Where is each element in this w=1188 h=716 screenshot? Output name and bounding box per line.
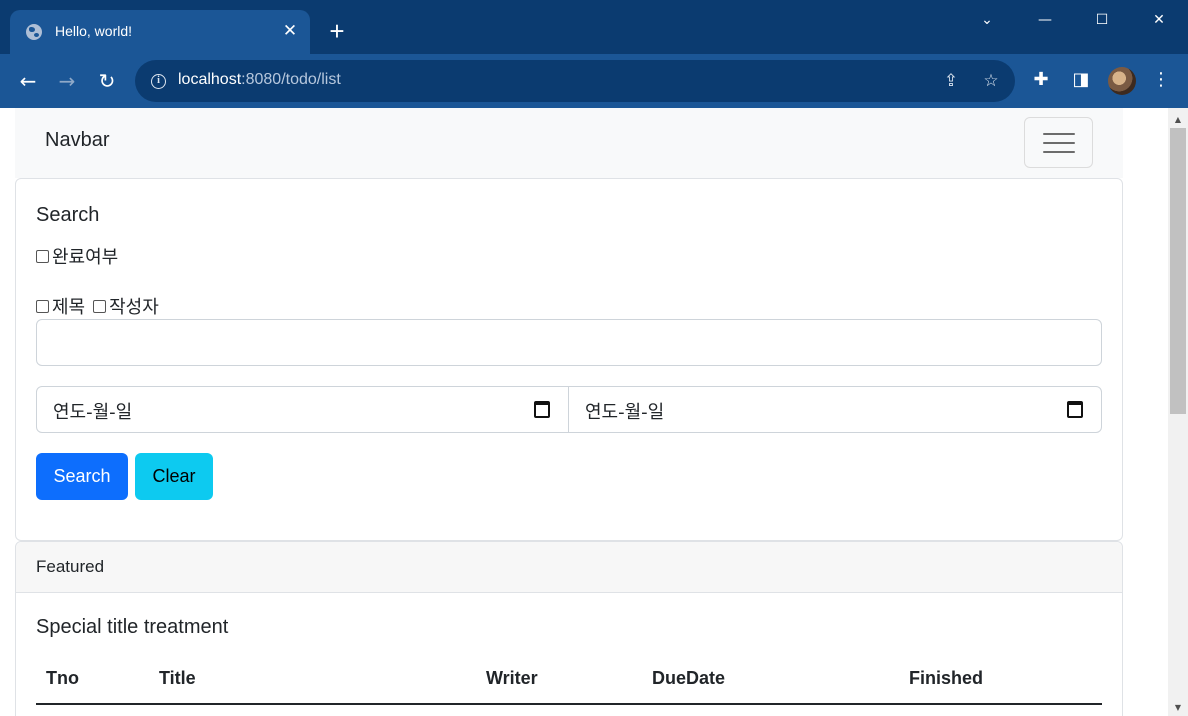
to-date-input[interactable]: 연도-월-일: [569, 387, 1101, 432]
search-type-filter: 제목 작성자: [36, 293, 159, 319]
search-card: Search 완료여부 제목 작성자 연도-월-일 연도-월-일 Search …: [15, 178, 1123, 541]
tab-title: Hello, world!: [55, 23, 133, 39]
extensions-puzzle-icon[interactable]: ✚: [1029, 68, 1053, 92]
title-type-checkbox[interactable]: [36, 299, 49, 313]
navbar-brand[interactable]: Navbar: [45, 129, 109, 152]
search-title: Search: [36, 204, 100, 226]
featured-title: Special title treatment: [36, 616, 229, 638]
navbar-toggler-button[interactable]: [1024, 117, 1093, 168]
finished-label: 완료여부: [52, 247, 119, 268]
featured-card: Featured Special title treatment Tno Tit…: [15, 541, 1123, 716]
hamburger-icon-bar: [1043, 142, 1075, 144]
column-header-finished: Finished: [909, 668, 984, 688]
column-header-writer: Writer: [486, 668, 538, 688]
scroll-down-arrow-icon[interactable]: ▼: [1168, 700, 1188, 716]
to-date-value: 연도-월-일: [585, 402, 665, 423]
share-icon[interactable]: ⇪: [940, 70, 962, 92]
page-scrollbar[interactable]: ▲ ▼: [1168, 108, 1188, 716]
address-bar[interactable]: i localhost:8080/todo/list ⇪ ☆: [135, 60, 1015, 102]
card-header-text: Featured: [36, 557, 105, 576]
maximize-button[interactable]: ☐: [1073, 0, 1131, 40]
side-panel-icon[interactable]: ◨: [1069, 68, 1093, 92]
scroll-up-arrow-icon[interactable]: ▲: [1168, 112, 1188, 128]
writer-type-label: 작성자: [109, 297, 159, 318]
close-window-button[interactable]: ✕: [1130, 0, 1188, 40]
column-header-tno: Tno: [46, 668, 79, 688]
hamburger-icon-bar: [1043, 133, 1075, 135]
finished-filter: 완료여부: [36, 243, 118, 269]
navbar: Navbar: [15, 108, 1123, 178]
bookmark-star-icon[interactable]: ☆: [980, 70, 1002, 92]
finished-checkbox[interactable]: [36, 249, 49, 263]
reload-icon[interactable]: ↻: [91, 65, 123, 97]
profile-avatar[interactable]: [1108, 67, 1136, 95]
from-date-input[interactable]: 연도-월-일: [37, 387, 569, 432]
clear-button[interactable]: Clear: [135, 453, 213, 500]
scrollbar-thumb[interactable]: [1170, 128, 1186, 414]
new-tab-button[interactable]: +: [324, 18, 350, 44]
minimize-button[interactable]: —: [1016, 0, 1074, 40]
forward-arrow-icon[interactable]: →: [51, 65, 83, 97]
hamburger-icon-bar: [1043, 151, 1075, 153]
tab-search-icon[interactable]: ⌄: [958, 0, 1016, 40]
menu-kebab-icon[interactable]: ⋮: [1149, 68, 1173, 92]
calendar-icon[interactable]: [1067, 401, 1083, 418]
close-tab-icon[interactable]: ✕: [280, 19, 300, 43]
url-text[interactable]: localhost:8080/todo/list: [178, 71, 341, 89]
title-type-label: 제목: [52, 297, 86, 318]
from-date-value: 연도-월-일: [53, 402, 133, 423]
writer-type-checkbox[interactable]: [93, 299, 107, 313]
due-date-range: 연도-월-일 연도-월-일: [36, 386, 1102, 433]
browser-tab[interactable]: Hello, world! ✕: [10, 10, 310, 54]
keyword-input[interactable]: [36, 319, 1102, 366]
globe-icon: [26, 24, 42, 40]
back-arrow-icon[interactable]: ←: [12, 65, 44, 97]
search-button[interactable]: Search: [36, 453, 128, 500]
card-header: Featured: [16, 542, 1122, 593]
table-header-divider: [36, 703, 1102, 705]
browser-toolbar: ← → ↻ i localhost:8080/todo/list ⇪ ☆ ✚ ◨…: [0, 54, 1188, 108]
tab-strip: Hello, world! ✕ + ⌄ — ☐ ✕: [0, 0, 1188, 54]
site-info-icon[interactable]: i: [151, 74, 166, 89]
column-header-duedate: DueDate: [652, 668, 726, 688]
column-header-title: Title: [159, 668, 196, 688]
calendar-icon[interactable]: [534, 401, 550, 418]
